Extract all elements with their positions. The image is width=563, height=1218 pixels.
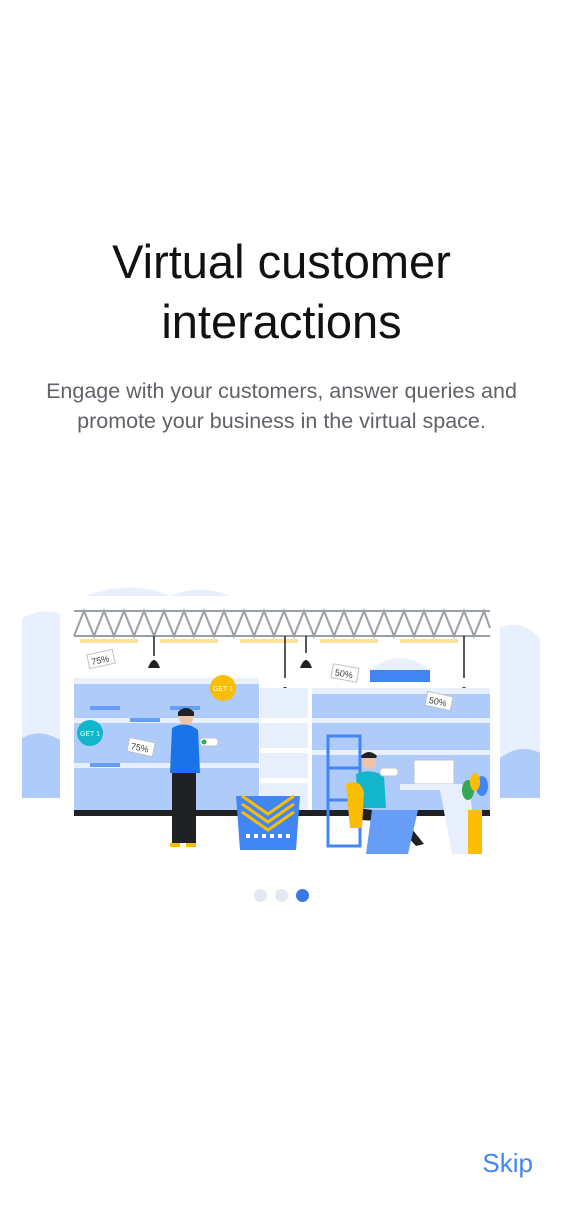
page-dot-2[interactable]	[275, 889, 288, 902]
page-title-line-2: interactions	[161, 295, 402, 348]
page-subtitle-line-2: promote your business in the virtual spa…	[77, 409, 486, 433]
page-subtitle: Engage with your customers, answer queri…	[24, 376, 539, 436]
page-indicator	[0, 889, 563, 903]
page-title: Virtual customer interactions	[0, 232, 563, 352]
skip-button[interactable]: Skip	[482, 1146, 533, 1181]
shopping-baskets	[236, 794, 300, 850]
page-subtitle-line-1: Engage with your customers, answer queri…	[46, 379, 517, 403]
page-dot-3-active[interactable]	[296, 889, 309, 902]
virtual-store-illustration: 75% 75% 50% 50% GET 1 GET 1	[22, 587, 540, 854]
page-title-line-1: Virtual customer	[112, 235, 451, 288]
badge-get-1-a: GET 1	[213, 686, 233, 693]
badge-get-1-b: GET 1	[80, 731, 100, 738]
page-dot-1[interactable]	[254, 889, 267, 902]
